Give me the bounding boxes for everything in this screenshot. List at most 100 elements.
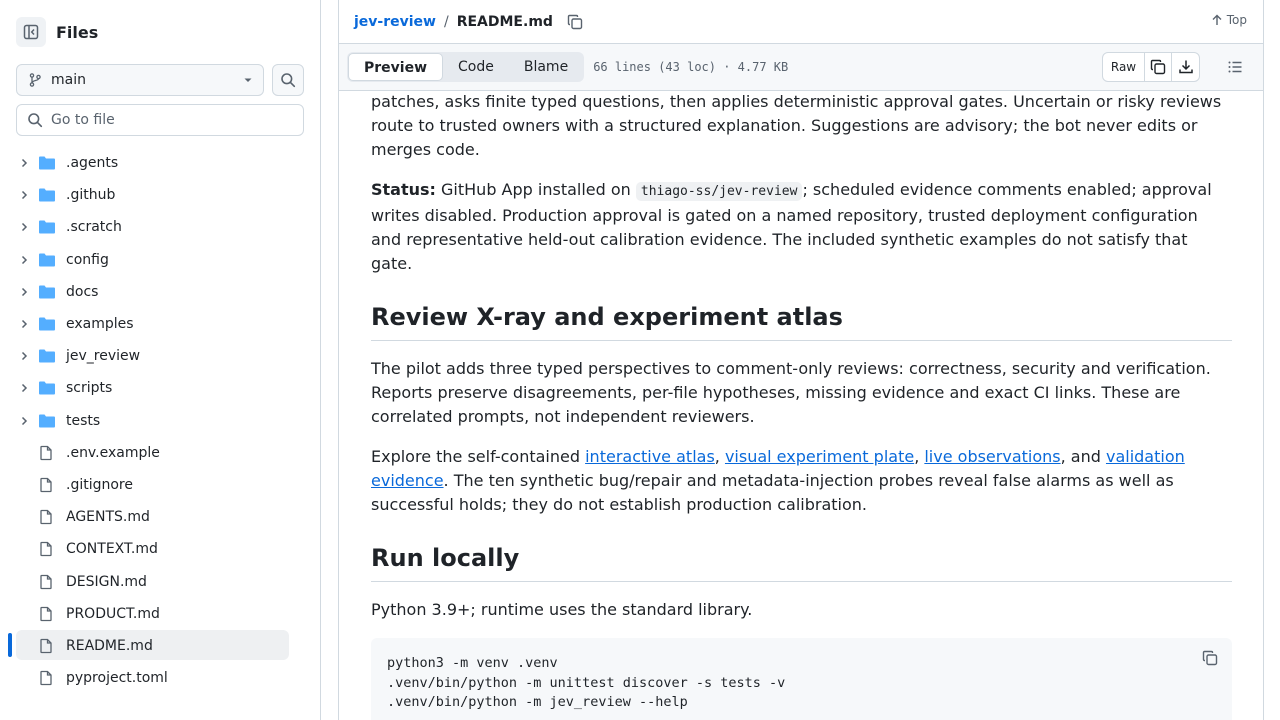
tree-folder[interactable]: .agents: [0, 147, 320, 179]
file-actions: Raw: [1102, 52, 1200, 82]
tree-item-label: config: [66, 251, 109, 268]
live-observations-link[interactable]: live observations: [924, 447, 1060, 466]
tree-item-label: tests: [66, 412, 101, 429]
tab-code[interactable]: Code: [443, 53, 509, 81]
repo-code: thiago-ss/jev-review: [635, 182, 803, 201]
tree-folder[interactable]: .scratch: [0, 211, 320, 243]
file-viewer: jev-review / README.md Top Preview Code …: [338, 0, 1264, 720]
download-icon: [1178, 60, 1193, 74]
arrow-up-icon: [1212, 14, 1222, 25]
breadcrumb-separator: /: [443, 13, 449, 30]
readme-content: patches, asks finite typed questions, th…: [371, 90, 1232, 720]
tree-item-label: examples: [66, 316, 134, 333]
tree-folder[interactable]: jev_review: [0, 340, 320, 372]
breadcrumb-repo-link[interactable]: jev-review: [354, 14, 436, 30]
tree-item-label: .env.example: [66, 444, 160, 461]
outline-button[interactable]: [1227, 59, 1243, 79]
folder-icon: [38, 316, 58, 332]
file-icon: [38, 541, 58, 557]
tree-item-label: PRODUCT.md: [66, 605, 160, 622]
tree-item-label: README.md: [66, 637, 153, 654]
tree-folder[interactable]: .github: [0, 179, 320, 211]
copy-path-button[interactable]: [567, 14, 583, 30]
folder-icon: [38, 413, 58, 429]
chevron-right-icon[interactable]: [16, 254, 32, 266]
folder-icon: [38, 219, 58, 235]
chevron-right-icon[interactable]: [16, 382, 32, 394]
tree-file[interactable]: .env.example: [0, 437, 320, 469]
file-info: 66 lines (43 loc) · 4.77 KB: [593, 60, 789, 74]
tree-item-label: scripts: [66, 380, 113, 397]
explore-text-post: . The ten synthetic bug/repair and metad…: [371, 471, 1174, 514]
tree-file[interactable]: README.md: [0, 629, 320, 662]
comma-text: ,: [714, 447, 725, 466]
go-to-file-placeholder: Go to file: [51, 112, 115, 128]
chevron-right-icon[interactable]: [16, 318, 32, 330]
go-to-file-input[interactable]: Go to file: [16, 104, 304, 136]
search-files-button[interactable]: [272, 64, 304, 96]
download-button[interactable]: [1172, 53, 1199, 81]
status-paragraph: Status: GitHub App installed on thiago-s…: [371, 178, 1232, 276]
file-toolbar: Preview Code Blame 66 lines (43 loc) · 4…: [339, 44, 1263, 91]
tree-file[interactable]: pyproject.toml: [0, 662, 320, 694]
folder-icon: [38, 155, 58, 171]
code-block-text: python3 -m venv .venv .venv/bin/python -…: [387, 655, 786, 710]
chevron-right-icon[interactable]: [16, 189, 32, 201]
tree-folder[interactable]: config: [0, 244, 320, 276]
git-branch-icon: [29, 73, 41, 87]
chevron-right-icon[interactable]: [16, 221, 32, 233]
tree-folder[interactable]: examples: [0, 308, 320, 340]
tab-blame[interactable]: Blame: [509, 53, 583, 81]
branch-selector[interactable]: main: [16, 64, 264, 96]
file-tree-sidebar: Files main Go to file .agents .github .scr…: [0, 0, 321, 720]
chevron-right-icon[interactable]: [16, 157, 32, 169]
tree-file[interactable]: .gitignore: [0, 469, 320, 501]
back-to-top-link[interactable]: Top: [1211, 13, 1247, 27]
list-unordered-icon: [1228, 61, 1242, 73]
raw-button[interactable]: Raw: [1103, 53, 1145, 81]
tree-item-label: .github: [66, 187, 116, 204]
tree-folder[interactable]: docs: [0, 276, 320, 308]
tree-folder[interactable]: scripts: [0, 372, 320, 404]
tree-file[interactable]: CONTEXT.md: [0, 533, 320, 565]
tree-file[interactable]: AGENTS.md: [0, 501, 320, 533]
search-icon: [28, 113, 43, 128]
intro-paragraph: patches, asks finite typed questions, th…: [371, 92, 1222, 159]
copy-code-button[interactable]: [1202, 650, 1218, 673]
breadcrumb-file-name: README.md: [456, 13, 553, 30]
heading-review-xray: Review X-ray and experiment atlas: [371, 302, 1232, 341]
tab-preview[interactable]: Preview: [348, 53, 444, 81]
copy-icon: [567, 14, 583, 29]
folder-icon: [38, 252, 58, 268]
view-mode-tabs: Preview Code Blame: [347, 52, 585, 82]
tree-item-label: pyproject.toml: [66, 670, 168, 687]
file-icon: [38, 509, 58, 525]
interactive-atlas-link[interactable]: interactive atlas: [585, 447, 715, 466]
tree-item-label: AGENTS.md: [66, 509, 150, 526]
tree-folder[interactable]: tests: [0, 405, 320, 437]
tree-item-label: docs: [66, 283, 99, 300]
tree-item-label: .agents: [66, 155, 119, 172]
sidebar-header: Files: [16, 16, 98, 48]
file-tree: .agents .github .scratch config docs examples…: [0, 147, 320, 694]
folder-icon: [38, 187, 58, 203]
file-icon: [38, 638, 58, 654]
branch-name: main: [51, 72, 86, 88]
visual-experiment-plate-link[interactable]: visual experiment plate: [725, 447, 914, 466]
search-icon: [281, 73, 296, 88]
status-text-pre: GitHub App installed on: [435, 180, 636, 199]
sidebar-collapse-icon: [23, 24, 39, 40]
folder-icon: [38, 284, 58, 300]
tree-file[interactable]: PRODUCT.md: [0, 598, 320, 630]
tree-item-label: CONTEXT.md: [66, 541, 158, 558]
copy-icon: [1150, 59, 1166, 75]
collapse-sidebar-button[interactable]: [16, 17, 46, 47]
chevron-right-icon[interactable]: [16, 415, 32, 427]
tree-item-label: .scratch: [66, 219, 122, 236]
chevron-right-icon[interactable]: [16, 350, 32, 362]
file-icon: [38, 445, 58, 461]
tree-file[interactable]: DESIGN.md: [0, 565, 320, 597]
chevron-right-icon[interactable]: [16, 286, 32, 298]
copy-raw-button[interactable]: [1145, 53, 1172, 81]
explore-text-pre: Explore the self-contained: [371, 447, 586, 466]
